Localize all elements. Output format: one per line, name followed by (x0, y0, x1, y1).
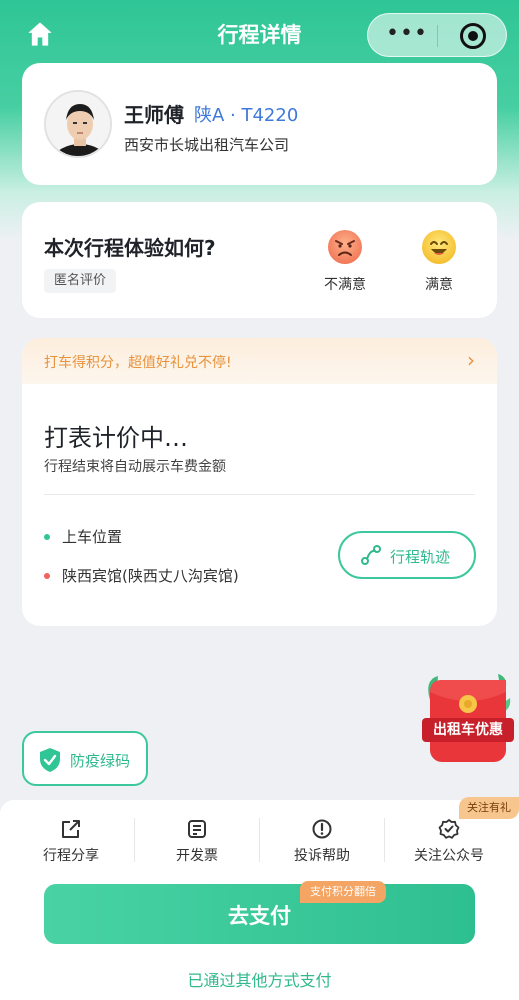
capsule-divider (437, 25, 438, 47)
action-invoice[interactable]: 开发票 (134, 818, 260, 866)
taxi-discount-red-packet[interactable]: 出租车优惠 (420, 670, 516, 774)
alert-icon (312, 819, 332, 839)
route-icon (361, 545, 381, 565)
driver-name: 王师傅 (124, 103, 184, 127)
trip-track-label: 行程轨迹 (390, 548, 451, 566)
action-complaint-help[interactable]: 投诉帮助 (259, 818, 385, 866)
action-invoice-label: 开发票 (176, 848, 218, 864)
chevron-right-icon: › (467, 348, 475, 372)
promo-text: 打车得积分，超值好礼兑不停! (44, 355, 232, 371)
rating-satisfied-label: 满意 (425, 277, 453, 293)
paid-other-way-link[interactable]: 已通过其他方式支付 (0, 967, 519, 991)
meter-status-subtitle: 行程结束将自动展示车费金额 (44, 459, 226, 475)
follow-gift-badge: 关注有礼 (459, 797, 519, 819)
driver-company: 西安市长城出租汽车公司 (124, 136, 290, 154)
more-dots-icon[interactable]: ••• (386, 22, 427, 50)
action-complaint-label: 投诉帮助 (294, 848, 350, 864)
mini-program-capsule: ••• (367, 13, 507, 57)
trip-track-button[interactable]: 行程轨迹 (338, 531, 476, 579)
destination-dot-icon (44, 573, 50, 579)
invoice-icon (188, 820, 206, 838)
action-share-label: 行程分享 (43, 848, 99, 864)
pay-button-label: 去支付 (228, 904, 291, 928)
license-plate: 陕A · T4220 (194, 105, 299, 126)
rating-unsatisfied-label: 不满意 (324, 277, 366, 293)
meter-status-title: 打表计价中… (44, 424, 188, 452)
health-code-button[interactable]: 防疫绿码 (22, 731, 148, 786)
nav-bar: 行程详情 ••• (0, 0, 519, 66)
pickup-dot-icon (44, 534, 50, 540)
action-divider (384, 818, 385, 862)
verified-badge-icon (438, 819, 460, 839)
avatar (44, 90, 112, 158)
divider (44, 494, 475, 495)
share-icon (62, 820, 80, 838)
happy-face-icon (422, 230, 456, 264)
red-packet-label: 出租车优惠 (433, 722, 503, 738)
shield-check-icon (40, 748, 60, 772)
driver-photo-icon (46, 92, 110, 156)
rating-title: 本次行程体验如何? (44, 236, 216, 260)
rating-card: 本次行程体验如何? 匿名评价 不满意 满意 (22, 202, 497, 318)
destination-location: 陕西宾馆(陕西丈八沟宾馆) (62, 567, 239, 585)
health-code-label: 防疫绿码 (70, 752, 131, 770)
pickup-location: 上车位置 (62, 528, 123, 546)
driver-card: 王师傅 陕A · T4220 西安市长城出租汽车公司 (22, 63, 497, 185)
trip-status-card: 打车得积分，超值好礼兑不停! › 打表计价中… 行程结束将自动展示车费金额 上车… (22, 338, 497, 626)
target-close-icon[interactable] (460, 23, 486, 49)
action-follow-account[interactable]: 关注公众号 (386, 818, 512, 866)
action-share-trip[interactable]: 行程分享 (8, 818, 134, 866)
points-double-badge: 支付积分翻倍 (300, 881, 386, 903)
action-follow-label: 关注公众号 (414, 848, 484, 864)
points-promo-banner[interactable]: 打车得积分，超值好礼兑不停! › (22, 338, 497, 384)
angry-face-icon (328, 230, 362, 264)
pay-button[interactable]: 去支付 (44, 884, 475, 944)
anonymous-tag: 匿名评价 (44, 269, 117, 293)
